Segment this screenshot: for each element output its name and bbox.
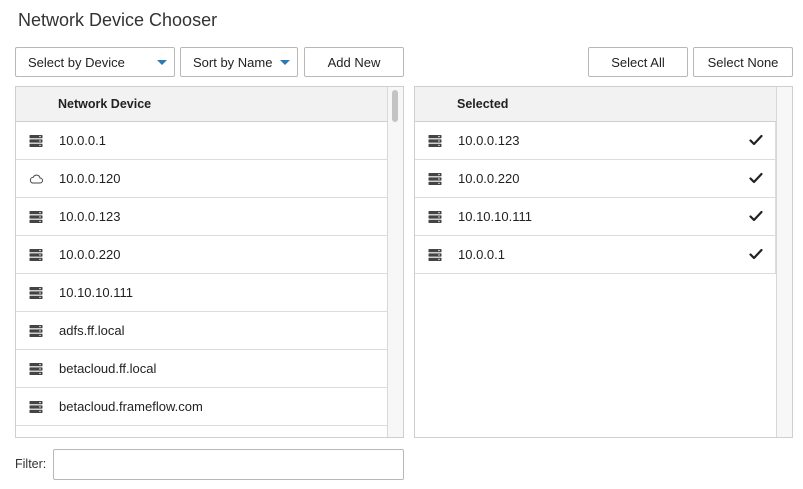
server-icon xyxy=(428,248,442,262)
selected-list-header: Selected xyxy=(415,87,776,122)
device-row[interactable]: 10.0.0.1 xyxy=(16,122,387,160)
device-row[interactable]: adfs.ff.local xyxy=(16,312,387,350)
device-row-label: betacloud.ff.local xyxy=(59,361,157,376)
checkmark-icon xyxy=(749,134,763,148)
device-row[interactable]: betacloud.frameflow.com xyxy=(16,388,387,426)
server-icon xyxy=(428,134,442,148)
selected-list-panel: Selected 10.0.0.123 10.0.0.220 10.10.10.11… xyxy=(414,86,793,438)
server-icon xyxy=(29,286,43,300)
select-by-label: Select by Device xyxy=(28,54,125,70)
server-icon xyxy=(29,134,43,148)
selected-row-label: 10.0.0.123 xyxy=(458,133,520,148)
device-list-panel: Network Device 10.0.0.1 10.0.0.120 10.0.0.… xyxy=(15,86,404,438)
add-new-button[interactable]: Add New xyxy=(304,47,404,77)
selected-row-label: 10.10.10.111 xyxy=(458,209,532,224)
device-row-label: 10.10.10.111 xyxy=(59,285,133,300)
selected-row-label: 10.0.0.220 xyxy=(458,171,520,186)
checkmark-icon xyxy=(749,172,763,186)
device-row[interactable]: 10.10.10.111 xyxy=(16,274,387,312)
device-row[interactable]: 10.0.0.120 xyxy=(16,160,387,198)
server-icon xyxy=(428,172,442,186)
selected-row[interactable]: 10.0.0.1 xyxy=(415,236,775,274)
selected-list: 10.0.0.123 10.0.0.220 10.10.10.111 10.0.0.1 xyxy=(415,122,776,274)
server-icon xyxy=(29,324,43,338)
page-title: Network Device Chooser xyxy=(18,10,218,30)
cloud-icon xyxy=(29,172,43,186)
select-by-dropdown[interactable]: Select by Device xyxy=(15,47,175,77)
device-row-label: adfs.ff.local xyxy=(59,323,125,338)
selected-column-header: Selected xyxy=(457,97,509,111)
device-list: 10.0.0.1 10.0.0.120 10.0.0.123 10.0.0.220 10… xyxy=(16,122,387,426)
selected-row[interactable]: 10.0.0.123 xyxy=(415,122,775,160)
sort-by-label: Sort by Name xyxy=(193,54,273,70)
select-all-button[interactable]: Select All xyxy=(588,47,688,77)
caret-down-icon xyxy=(157,60,167,65)
filter-input[interactable] xyxy=(53,449,404,480)
caret-down-icon xyxy=(280,60,290,65)
selected-row[interactable]: 10.10.10.111 xyxy=(415,198,775,236)
selected-row-label: 10.0.0.1 xyxy=(458,247,505,262)
checkmark-icon xyxy=(749,248,763,262)
sort-by-dropdown[interactable]: Sort by Name xyxy=(180,47,298,77)
server-icon xyxy=(29,362,43,376)
device-row-label: betacloud.frameflow.com xyxy=(59,399,203,414)
device-list-scrollbar[interactable] xyxy=(387,87,403,437)
device-column-header: Network Device xyxy=(58,97,152,111)
server-icon xyxy=(428,210,442,224)
server-icon xyxy=(29,400,43,414)
device-row[interactable]: 10.0.0.220 xyxy=(16,236,387,274)
device-row-label: 10.0.0.123 xyxy=(59,209,121,224)
device-row-label: 10.0.0.220 xyxy=(59,247,121,262)
filter-label: Filter: xyxy=(15,457,47,471)
device-row-label: 10.0.0.1 xyxy=(59,133,106,148)
device-list-header: Network Device xyxy=(16,87,387,122)
server-icon xyxy=(29,210,43,224)
select-none-button[interactable]: Select None xyxy=(693,47,793,77)
server-icon xyxy=(29,248,43,262)
device-row[interactable]: betacloud.ff.local xyxy=(16,350,387,388)
selected-list-scrollbar[interactable] xyxy=(776,87,792,437)
device-row[interactable]: 10.0.0.123 xyxy=(16,198,387,236)
device-row-label: 10.0.0.120 xyxy=(59,171,121,186)
selected-row[interactable]: 10.0.0.220 xyxy=(415,160,775,198)
scrollbar-thumb[interactable] xyxy=(392,90,398,122)
checkmark-icon xyxy=(749,210,763,224)
